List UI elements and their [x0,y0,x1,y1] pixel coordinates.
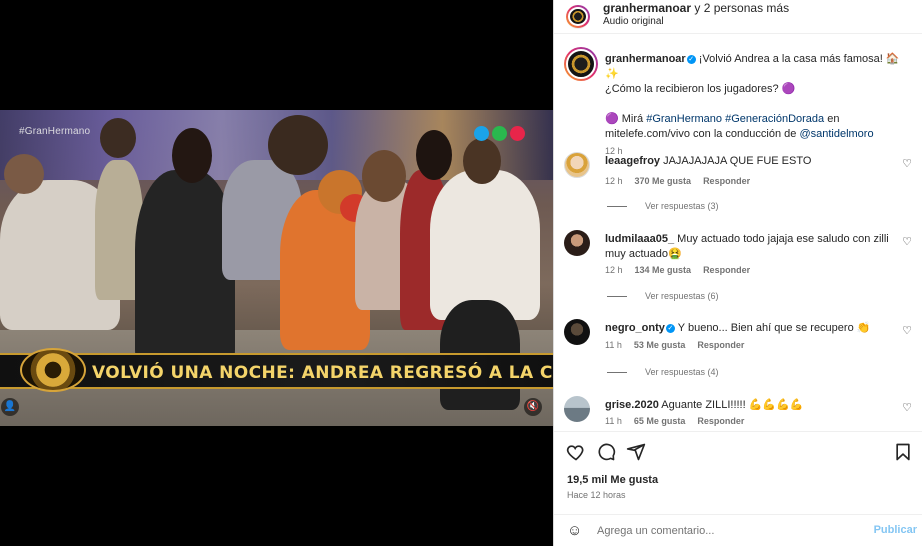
verified-badge-icon: ✓ [686,54,696,64]
view-replies-label: Ver respuestas (4) [645,367,719,377]
telefe-dot-green [492,126,507,141]
send-icon[interactable] [626,442,646,462]
heart-icon[interactable]: ♡ [902,235,912,248]
reply-button[interactable]: Responder [703,176,750,186]
comment-avatar[interactable] [564,319,590,345]
comment-meta: 11 h 65 Me gusta Responder [605,416,744,426]
caption-avatar[interactable] [564,47,598,81]
comment-avatar[interactable] [564,396,590,422]
comment-likes[interactable]: 370 Me gusta [635,176,692,186]
replies-line [607,295,627,297]
post-actions: 19,5 mil Me gusta Hace 12 horas ☺ Public… [554,431,922,546]
telefe-dot-red [510,126,525,141]
comment-username[interactable]: ludmilaaa05_ [605,233,674,245]
telefe-logo [474,126,525,141]
verified-badge-icon: ✓ [665,323,675,333]
caption-line-3-suffix: en [824,113,840,125]
comment-input[interactable] [597,522,857,540]
person-head [4,154,44,194]
comment-body: grise.2020 Aguante ZILLI!!!!! 💪💪💪💪 [605,398,895,413]
caption-line-4: mitelefe.com/vivo con la conducción de [605,128,800,140]
mention-link[interactable]: @santidelmoro [799,128,873,140]
avatar-image [566,49,596,79]
publish-button[interactable]: Publicar [874,524,917,536]
comment-time: 11 h [605,340,622,350]
comment-icon[interactable] [596,442,616,462]
comment-meta: 12 h 134 Me gusta Responder [605,265,750,275]
audio-label[interactable]: Audio original [603,16,664,27]
comment-username[interactable]: grise.2020 [605,399,659,411]
caption-username[interactable]: granhermanoar [605,53,686,65]
mute-icon[interactable]: 🔇 [524,398,542,416]
view-replies-label: Ver respuestas (6) [645,291,719,301]
reply-button[interactable]: Responder [697,416,744,426]
comment-time: 11 h [605,416,622,426]
comment-avatar[interactable] [564,152,590,178]
author-username[interactable]: granhermanoar [603,1,691,15]
comment-username[interactable]: negro_onty [605,322,665,334]
banner-text: VOLVIÓ UNA NOCHE: ANDREA REGRESÓ A LA CA… [92,363,553,383]
hashtag-link[interactable]: #GranHermano [646,113,722,125]
comment-body: leaagefroy JAJAJAJAJA QUE FUE ESTO [605,154,895,169]
comment-likes[interactable]: 134 Me gusta [635,265,692,275]
gran-hermano-eye-logo [20,348,86,392]
coauthors-label[interactable]: y 2 personas más [691,1,789,15]
bookmark-icon[interactable] [893,442,913,462]
person-head [100,118,136,158]
comment-avatar[interactable] [564,230,590,256]
person-head [268,115,328,175]
user-tag-icon[interactable]: 👤 [1,398,19,416]
telefe-dot-blue [474,126,489,141]
reply-button[interactable]: Responder [697,340,744,350]
person-head [416,130,452,180]
person-figure [430,170,540,320]
hashtag-link[interactable]: #GeneraciónDorada [725,113,824,125]
heart-icon[interactable]: ♡ [902,401,912,414]
comment-body: ludmilaaa05_ Muy actuado todo jajaja ese… [605,232,895,262]
view-replies-label: Ver respuestas (3) [645,201,719,211]
author-line: granhermanoar y 2 personas más [603,1,789,15]
comment-meta: 11 h 53 Me gusta Responder [605,340,744,350]
caption-line-2: ¿Cómo la recibieron los jugadores? 🟣 [605,83,796,95]
person-head [172,128,212,183]
comment-time: 12 h [605,176,623,186]
post-details-pane: granhermanoar y 2 personas más Audio ori… [553,0,922,546]
comment-text: JAJAJAJAJA QUE FUE ESTO [663,155,812,167]
comment-time: 12 h [605,265,623,275]
person-figure [135,170,235,370]
add-comment-bar: ☺ Publicar [554,514,922,546]
post-header: granhermanoar y 2 personas más Audio ori… [554,0,922,34]
emoji-icon[interactable]: ☺ [567,522,582,539]
comment-text: Aguante ZILLI!!!!! 💪💪💪💪 [661,399,804,411]
likes-count[interactable]: 19,5 mil Me gusta [567,474,658,486]
heart-icon[interactable] [566,442,586,462]
comment-body: negro_onty ✓ Y bueno... Bien ahí que se r… [605,321,895,336]
post-time: Hace 12 horas [567,490,626,500]
media-pane: #GranHermano VOLVIÓ UNA NOCHE: ANDREA RE… [0,0,553,546]
video-player[interactable]: #GranHermano VOLVIÓ UNA NOCHE: ANDREA RE… [0,110,553,426]
person-head [463,138,501,184]
avatar-image [568,7,588,26]
view-replies-button[interactable]: Ver respuestas (6) [607,291,719,301]
heart-icon[interactable]: ♡ [902,324,912,337]
instagram-post-view: #GranHermano VOLVIÓ UNA NOCHE: ANDREA RE… [0,0,922,546]
view-replies-button[interactable]: Ver respuestas (3) [607,201,719,211]
author-avatar[interactable] [566,5,590,29]
caption-line-3-prefix: 🟣 Mirá [605,113,647,125]
comment-likes[interactable]: 65 Me gusta [634,416,686,426]
gran-hermano-watermark: #GranHermano [19,126,91,137]
caption-text: granhermanoar ✓ ¡Volvió Andrea a la casa … [605,52,913,159]
comment-likes[interactable]: 53 Me gusta [634,340,686,350]
replies-line [607,371,627,373]
person-head [362,150,406,202]
comment-text: Y bueno... Bien ahí que se recupero 👏 [677,322,871,334]
comment-username[interactable]: leaagefroy [605,155,660,167]
view-replies-button[interactable]: Ver respuestas (4) [607,367,719,377]
comment-meta: 12 h 370 Me gusta Responder [605,176,750,186]
heart-icon[interactable]: ♡ [902,157,912,170]
reply-button[interactable]: Responder [703,265,750,275]
replies-line [607,205,627,207]
